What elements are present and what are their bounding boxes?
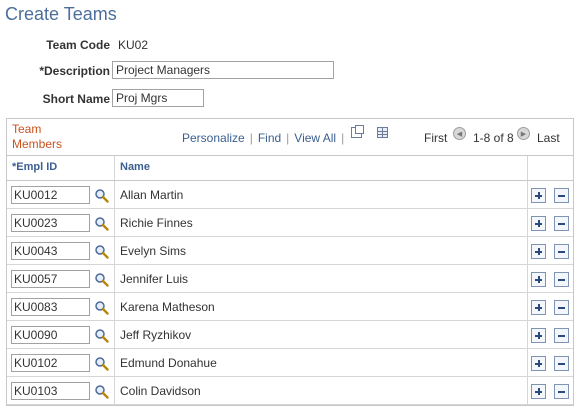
short-name-label: Short Name <box>42 92 110 106</box>
grid-header: *Empl ID Name <box>7 155 573 181</box>
description-field[interactable]: Project Managers <box>112 61 334 79</box>
empl-id-field[interactable]: KU0090 <box>11 326 90 344</box>
empl-id-field[interactable]: KU0083 <box>11 298 90 316</box>
empl-id-field[interactable]: KU0043 <box>11 242 90 260</box>
plus-icon[interactable] <box>531 328 546 343</box>
plus-icon[interactable] <box>531 300 546 315</box>
table-row: KU0023 Richie Finnes <box>7 209 573 237</box>
plus-icon[interactable] <box>531 272 546 287</box>
minus-icon[interactable] <box>554 244 569 259</box>
minus-icon[interactable] <box>554 188 569 203</box>
magnifier-icon[interactable] <box>94 328 109 343</box>
magnifier-icon[interactable] <box>94 384 109 399</box>
employee-name: Evelyn Sims <box>120 244 187 258</box>
page-title: Create Teams <box>5 4 117 24</box>
employee-name: Jeff Ryzhikov <box>120 328 192 342</box>
magnifier-icon[interactable] <box>94 216 109 231</box>
magnifier-icon[interactable] <box>94 272 109 287</box>
table-row: KU0090 Jeff Ryzhikov <box>7 321 573 349</box>
new-window-icon[interactable] <box>351 125 364 138</box>
empl-id-field[interactable]: KU0057 <box>11 270 90 288</box>
grid-title: Team Members <box>12 122 63 151</box>
empl-id-field[interactable]: KU0103 <box>11 382 90 400</box>
plus-icon[interactable] <box>531 356 546 371</box>
previous-arrow-icon[interactable]: ◀ <box>453 127 466 140</box>
first-label: First <box>424 131 448 145</box>
plus-icon[interactable] <box>531 216 546 231</box>
short-name-field[interactable]: Proj Mgrs <box>112 89 204 107</box>
minus-icon[interactable] <box>554 300 569 315</box>
next-arrow-icon[interactable]: ▶ <box>517 127 530 140</box>
empl-id-field[interactable]: KU0012 <box>11 186 90 204</box>
magnifier-icon[interactable] <box>94 244 109 259</box>
team-code-label: Team Code <box>46 38 110 52</box>
minus-icon[interactable] <box>554 272 569 287</box>
team-members-grid: Team Members Personalize | Find | View All | … <box>6 118 574 406</box>
table-row: KU0103 Colin Davidson <box>7 377 573 405</box>
employee-name: Allan Martin <box>120 188 184 202</box>
empl-id-column-header[interactable]: *Empl ID <box>12 161 57 173</box>
table-row: KU0043 Evelyn Sims <box>7 237 573 265</box>
magnifier-icon[interactable] <box>94 188 109 203</box>
find-link[interactable]: Find <box>258 131 281 145</box>
empl-id-field[interactable]: KU0102 <box>11 354 90 372</box>
table-row: KU0083 Karena Matheson <box>7 293 573 321</box>
description-label: *Description <box>39 64 110 78</box>
empl-id-field[interactable]: KU0023 <box>11 214 90 232</box>
plus-icon[interactable] <box>531 188 546 203</box>
grid-toolbar: Personalize | Find | View All | <box>182 131 345 145</box>
last-label: Last <box>537 131 560 145</box>
personalize-link[interactable]: Personalize <box>182 131 245 145</box>
minus-icon[interactable] <box>554 216 569 231</box>
minus-icon[interactable] <box>554 384 569 399</box>
employee-name: Edmund Donahue <box>120 356 217 370</box>
view-all-link[interactable]: View All <box>294 131 336 145</box>
table-row: KU0012 Allan Martin <box>7 181 573 209</box>
name-column-header[interactable]: Name <box>120 161 150 173</box>
minus-icon[interactable] <box>554 328 569 343</box>
employee-name: Richie Finnes <box>120 216 193 230</box>
plus-icon[interactable] <box>531 384 546 399</box>
table-row: KU0102 Edmund Donahue <box>7 349 573 377</box>
team-code-value: KU02 <box>118 38 149 52</box>
magnifier-icon[interactable] <box>94 300 109 315</box>
employee-name: Jennifer Luis <box>120 272 189 286</box>
table-row: KU0057 Jennifer Luis <box>7 265 573 293</box>
spreadsheet-icon[interactable] <box>377 127 388 138</box>
plus-icon[interactable] <box>531 244 546 259</box>
minus-icon[interactable] <box>554 356 569 371</box>
employee-name: Karena Matheson <box>120 300 215 314</box>
employee-name: Colin Davidson <box>120 384 201 398</box>
magnifier-icon[interactable] <box>94 356 109 371</box>
row-range: 1-8 of 8 <box>473 131 514 145</box>
